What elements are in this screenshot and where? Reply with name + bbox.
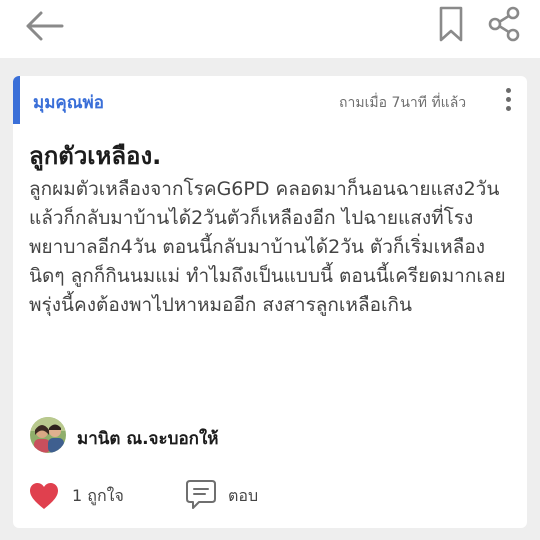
avatar-photo	[30, 417, 66, 453]
more-options-button[interactable]	[501, 86, 515, 116]
post-title: ลูกตัวเหลือง.	[29, 142, 162, 170]
top-app-bar	[0, 0, 540, 58]
heart-icon	[30, 483, 58, 509]
share-button[interactable]	[484, 4, 524, 44]
bookmark-icon	[439, 6, 463, 42]
author-name[interactable]: มานิต ณ.จะบอกให้	[77, 425, 218, 452]
like-button[interactable]: 1 ถูกใจ	[29, 478, 159, 512]
back-button[interactable]	[22, 8, 66, 44]
post-body: ลูกผมตัวเหลืองจากโรคG6PD คลอดมาก็นอนฉายแ…	[29, 178, 506, 316]
reply-button[interactable]: ตอบ	[185, 476, 285, 512]
arrow-left-icon	[26, 11, 64, 41]
bookmark-button[interactable]	[434, 4, 468, 44]
more-vert-icon	[505, 88, 511, 93]
question-card: มุมคุณพ่อ ถามเมื่อ 7นาที ที่แล้ว ลูกตัวเ…	[13, 76, 527, 528]
post-timestamp: ถามเมื่อ 7นาที ที่แล้ว	[339, 95, 467, 111]
reply-label: ตอบ	[228, 486, 259, 505]
share-icon	[488, 6, 520, 42]
category-label[interactable]: มุมคุณพ่อ	[33, 89, 104, 116]
like-count: 1 ถูกใจ	[72, 486, 124, 505]
avatar[interactable]	[30, 417, 66, 453]
comment-icon	[186, 480, 216, 509]
category-accent-bar	[13, 76, 20, 124]
